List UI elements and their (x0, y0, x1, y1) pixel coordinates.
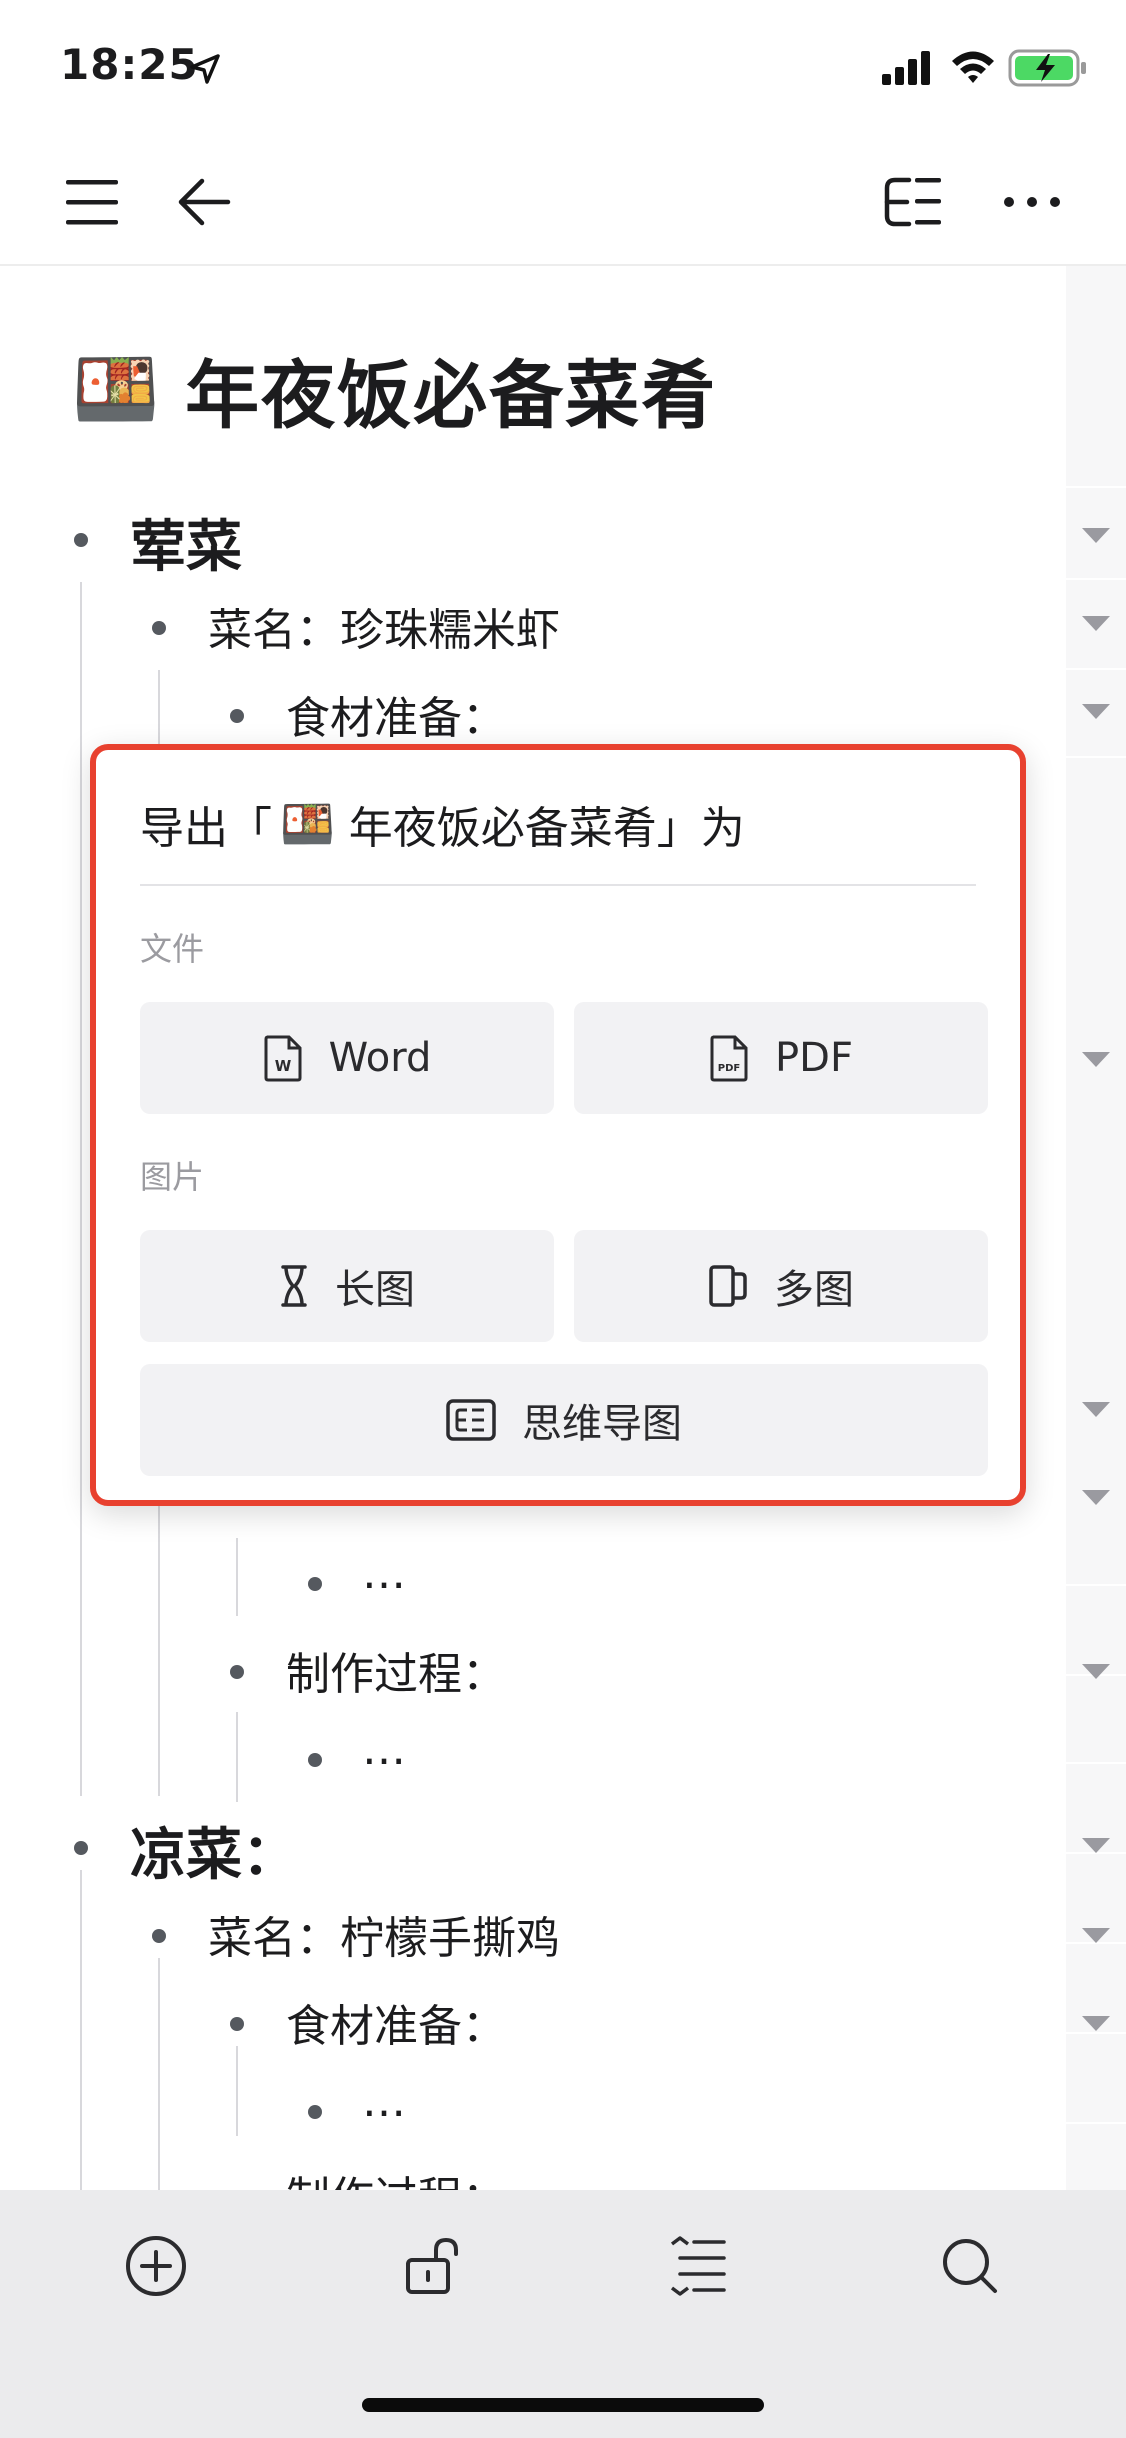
status-time: 18:25 (60, 40, 199, 89)
collapse-expand-icon (670, 2236, 726, 2296)
mindmap-icon (884, 177, 941, 227)
mindmap-icon (446, 1399, 496, 1441)
add-node-button[interactable] (116, 2226, 196, 2306)
cellular-signal-icon (882, 51, 930, 85)
rail-separator (1066, 668, 1126, 670)
wifi-icon (952, 51, 994, 83)
collapse-arrow-icon[interactable] (1082, 1664, 1110, 1679)
lock-button[interactable] (392, 2226, 472, 2306)
outline-guide-line (80, 1870, 82, 2190)
long-image-icon (281, 1265, 307, 1307)
outline-guide-line (236, 2046, 238, 2136)
outline-guide-line (236, 1538, 238, 1616)
collapse-arrow-icon[interactable] (1082, 1490, 1110, 1505)
outline-node[interactable]: … (362, 2076, 406, 2127)
outline-bullet[interactable] (230, 1665, 244, 1679)
pdf-label: PDF (775, 1035, 853, 1081)
outline-guide-line (80, 582, 82, 1796)
export-pdf-button[interactable]: PDF PDF (574, 1002, 988, 1114)
dialog-title-prefix: 导出「 (140, 803, 272, 854)
ellipsis-icon (1004, 197, 1060, 207)
svg-text:PDF: PDF (718, 1063, 740, 1074)
rail-separator (1066, 1762, 1126, 1764)
mindmap-label: 思维导图 (522, 1401, 682, 1447)
outline-node[interactable]: … (362, 1724, 406, 1775)
outline-bullet[interactable] (152, 1929, 166, 1943)
rail-separator (1066, 1584, 1126, 1586)
outline-bullet[interactable] (74, 1841, 88, 1855)
dialog-divider (140, 884, 976, 886)
word-file-icon: W (264, 1035, 302, 1082)
export-mindmap-button[interactable]: 思维导图 (140, 1364, 988, 1476)
rail-separator (1066, 2032, 1126, 2034)
collapse-arrow-icon[interactable] (1082, 1052, 1110, 1067)
collapse-expand-button[interactable] (658, 2226, 738, 2306)
bento-box-icon: 🍱 (280, 799, 335, 850)
outline-bullet[interactable] (152, 621, 166, 635)
word-label: Word (328, 1035, 432, 1081)
more-options-button[interactable] (998, 170, 1066, 234)
home-indicator[interactable] (362, 2398, 764, 2412)
outline-bullet[interactable] (308, 1753, 322, 1767)
rail-separator (1066, 2122, 1126, 2124)
svg-text:W: W (274, 1057, 291, 1075)
hamburger-menu-icon (66, 180, 118, 225)
outline-guide-line (158, 1958, 160, 2190)
outline-guide-line (236, 1712, 238, 1802)
collapse-arrow-icon[interactable] (1082, 2016, 1110, 2031)
mindmap-view-button[interactable] (880, 170, 948, 234)
collapse-arrow-icon[interactable] (1082, 1402, 1110, 1417)
outline-node[interactable]: 食材准备： (286, 1990, 506, 2054)
outline-node[interactable]: 凉菜： (130, 1810, 298, 1891)
top-navigation-bar (0, 140, 1126, 266)
outline-bullet[interactable] (308, 1577, 322, 1591)
collapse-rail (1066, 266, 1126, 2190)
outline-node[interactable]: 制作过程： (286, 1638, 506, 1702)
outline-bullet[interactable] (308, 2105, 322, 2119)
export-multi-image-button[interactable]: 多图 (574, 1230, 988, 1342)
dialog-title-name: 年夜饭必备菜肴 (348, 803, 657, 854)
pdf-file-icon: PDF (710, 1035, 748, 1082)
collapse-arrow-icon[interactable] (1082, 1838, 1110, 1853)
outline-node[interactable]: 制作过程： (286, 2162, 506, 2190)
export-dialog-title: 导出「 🍱 年夜饭必备菜肴 」为 (140, 792, 745, 856)
rail-separator (1066, 756, 1126, 758)
search-button[interactable] (930, 2226, 1010, 2306)
document-title[interactable]: 🍱 年夜饭必备菜肴 (72, 336, 717, 443)
outline-node[interactable]: 荤菜 (130, 502, 242, 583)
battery-charging-icon (1008, 49, 1086, 87)
outline-bullet[interactable] (230, 2017, 244, 2031)
outline-node[interactable]: 菜名：柠檬手撕鸡 (208, 1902, 560, 1966)
collapse-arrow-icon[interactable] (1082, 1928, 1110, 1943)
collapse-arrow-icon[interactable] (1082, 528, 1110, 543)
multi-image-icon (709, 1265, 747, 1307)
multi-image-label: 多图 (774, 1267, 854, 1313)
rail-separator (1066, 486, 1126, 488)
export-dialog: 导出「 🍱 年夜饭必备菜肴 」为 文件 W Word PDF PDF 图片 长图 (90, 744, 1026, 1506)
plus-circle-icon (126, 2236, 186, 2296)
search-icon (943, 2239, 997, 2293)
file-section-label: 文件 (140, 930, 205, 968)
outline-bullet[interactable] (74, 533, 88, 547)
menu-button[interactable] (60, 170, 124, 234)
rail-separator (1066, 578, 1126, 580)
collapse-arrow-icon[interactable] (1082, 704, 1110, 719)
image-section-label: 图片 (140, 1158, 205, 1196)
export-word-button[interactable]: W Word (140, 1002, 554, 1114)
arrow-left-icon (178, 178, 231, 226)
status-bar: 18:25 (0, 0, 1126, 140)
dialog-title-suffix: 」为 (656, 803, 745, 854)
outline-node[interactable]: 菜名：珍珠糯米虾 (208, 594, 560, 658)
long-image-label: 长图 (335, 1267, 415, 1313)
collapse-arrow-icon[interactable] (1082, 616, 1110, 631)
outline-bullet[interactable] (230, 709, 244, 723)
export-long-image-button[interactable]: 长图 (140, 1230, 554, 1342)
back-button[interactable] (172, 170, 236, 234)
outline-node[interactable]: 食材准备： (286, 682, 506, 746)
unlock-icon (406, 2237, 458, 2294)
bento-box-icon: 🍱 (72, 348, 160, 430)
outline-node[interactable]: … (362, 1548, 406, 1599)
location-arrow-icon (190, 54, 220, 84)
page-title: 年夜饭必备菜肴 (185, 353, 718, 439)
